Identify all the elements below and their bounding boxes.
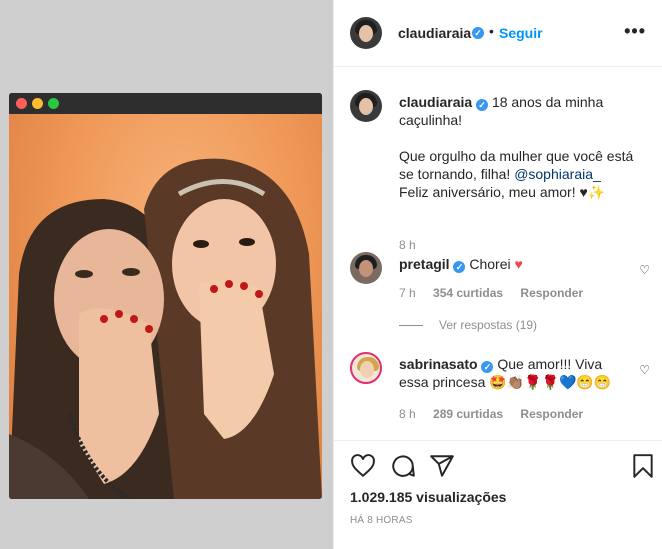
caption-username[interactable]: claudiaraia: [399, 94, 472, 110]
replies-divider: [399, 325, 423, 327]
comment-body: pretagil ✓ Chorei ♥: [399, 255, 639, 273]
caption-time[interactable]: 8 h: [399, 238, 416, 252]
comment-body: sabrinasato ✓ Que amor!!! Viva essa prin…: [399, 355, 639, 391]
save-icon[interactable]: [630, 453, 656, 479]
verified-icon: ✓: [472, 27, 484, 39]
comment-avatar[interactable]: [350, 352, 382, 384]
view-replies-label[interactable]: Ver respostas (19): [439, 318, 537, 332]
red-heart-emoji: ♥: [514, 256, 523, 272]
caption-line-4: se tornando, filha!: [399, 166, 511, 182]
comments-list: claudiaraia ✓ 18 anos da minha caçulinha…: [334, 68, 662, 440]
post-panel: claudiaraia ✓ • Seguir ••• claudiaraia ✓…: [333, 0, 662, 549]
view-replies-button[interactable]: Ver respostas (19): [399, 318, 537, 332]
post-header: claudiaraia ✓ • Seguir •••: [334, 0, 662, 67]
comment-meta: 7 h 354 curtidas Responder: [399, 284, 597, 302]
caption-line-1: 18 anos da minha: [491, 94, 604, 110]
share-icon[interactable]: [429, 453, 455, 479]
maximize-dot-icon: [48, 98, 59, 109]
comment-text-line-2: essa princesa 🤩👏🏽🌹🌹💙😁😁: [399, 374, 612, 390]
caption-line-5: Feliz aniversário, meu amor! ♥✨: [399, 184, 606, 200]
verified-icon: ✓: [481, 361, 494, 373]
comment-avatar[interactable]: [350, 252, 382, 284]
comment-username[interactable]: sabrinasato: [399, 356, 478, 372]
minimize-dot-icon: [32, 98, 43, 109]
author-username[interactable]: claudiaraia: [398, 25, 471, 41]
reply-button[interactable]: Responder: [520, 286, 583, 300]
comment-username[interactable]: pretagil: [399, 256, 450, 272]
caption-meta: 8 h: [399, 236, 430, 254]
views-count[interactable]: 1.029.185 visualizações: [350, 489, 506, 505]
comment-like-icon[interactable]: ♡: [639, 261, 650, 279]
photo-illustration: [9, 158, 322, 499]
caption-avatar[interactable]: [350, 90, 382, 122]
comment-likes[interactable]: 354 curtidas: [433, 286, 503, 300]
window-frame: [9, 93, 322, 499]
comment-text: Chorei: [469, 256, 511, 272]
author-avatar[interactable]: [350, 17, 382, 49]
verified-icon: ✓: [476, 99, 489, 111]
post-media: [0, 0, 333, 549]
post-actions: 1.029.185 visualizações HÁ 8 HORAS: [334, 440, 662, 549]
mention-link[interactable]: @sophiaraia_: [514, 166, 601, 182]
reply-button[interactable]: Responder: [520, 407, 583, 421]
like-icon[interactable]: [350, 453, 376, 479]
comment-time[interactable]: 7 h: [399, 286, 416, 300]
header-separator: •: [489, 23, 494, 39]
comment-text: Que amor!!! Viva: [497, 356, 603, 372]
follow-button[interactable]: Seguir: [499, 25, 543, 41]
comment-icon[interactable]: [390, 453, 416, 479]
comment-time[interactable]: 8 h: [399, 407, 416, 421]
comment-meta: 8 h 289 curtidas Responder: [399, 405, 597, 423]
window-titlebar: [9, 93, 322, 114]
post-time[interactable]: HÁ 8 HORAS: [350, 515, 413, 526]
comment-like-icon[interactable]: ♡: [639, 361, 650, 379]
more-icon[interactable]: •••: [624, 22, 646, 40]
caption-body: claudiaraia ✓ 18 anos da minha caçulinha…: [399, 93, 639, 201]
caption-line-3: Que orgulho da mulher que você está: [399, 148, 634, 164]
close-dot-icon: [16, 98, 27, 109]
caption-line-2: caçulinha!: [399, 112, 463, 128]
comment-likes[interactable]: 289 curtidas: [433, 407, 503, 421]
post-photo[interactable]: [9, 114, 322, 499]
verified-icon: ✓: [453, 261, 466, 273]
